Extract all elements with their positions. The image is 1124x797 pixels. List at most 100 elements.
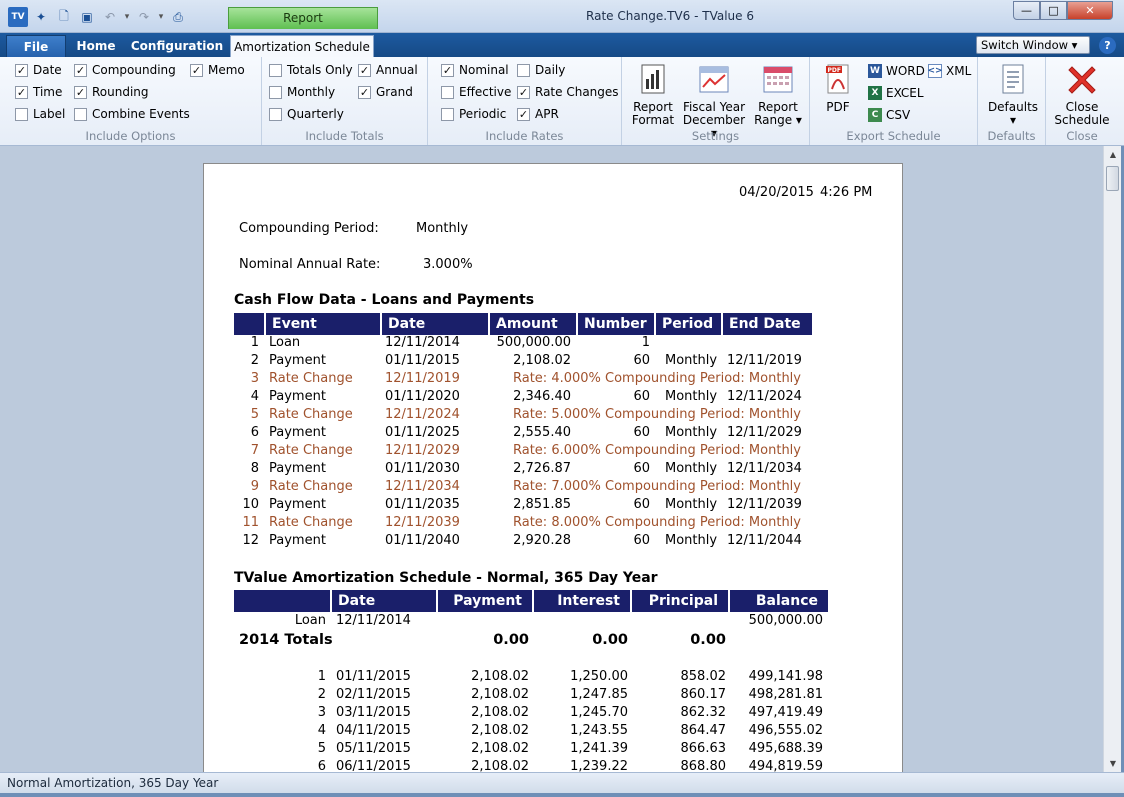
payment-date: 03/11/2015 <box>336 705 411 720</box>
checkbox-daily[interactable]: Daily <box>517 63 565 77</box>
scroll-thumb[interactable] <box>1106 166 1119 191</box>
window-controls: — □ ✕ <box>1013 1 1113 21</box>
row-number: 1 <box>250 335 259 350</box>
compounding-value: Monthly <box>416 221 469 236</box>
column-header-date: Date <box>380 313 488 335</box>
scroll-up-icon[interactable]: ▲ <box>1104 146 1122 163</box>
close-group: Close Schedule Close <box>1046 57 1118 145</box>
maximize-button[interactable]: □ <box>1040 1 1067 20</box>
totals-label: 2014 Totals <box>239 632 333 648</box>
balance-amount: 494,819.59 <box>748 759 823 772</box>
checkbox-totals-only[interactable]: Totals Only <box>269 63 353 77</box>
rate-label: Nominal Annual Rate: <box>239 257 381 272</box>
event-name: Rate Change <box>269 371 353 386</box>
column-header-event: Event <box>264 313 380 335</box>
event-date: 12/11/2014 <box>385 335 460 350</box>
checkbox-label: APR <box>535 107 559 121</box>
print-icon[interactable]: ⎙ <box>168 7 188 27</box>
defaults-button[interactable]: Defaults ▾ <box>984 63 1042 127</box>
export-excel-button[interactable]: X EXCEL <box>868 86 924 100</box>
interest-amount: 1,239.22 <box>570 759 628 772</box>
export-pdf-button[interactable]: PDF PDF <box>820 63 856 114</box>
checkbox-periodic[interactable]: Periodic <box>441 107 506 121</box>
vertical-scrollbar[interactable]: ▲ ▼ <box>1103 146 1121 772</box>
tab-home[interactable]: Home <box>72 35 120 57</box>
save-icon[interactable]: ▣ <box>77 7 97 27</box>
event-amount: 2,346.40 <box>513 389 571 404</box>
open-file-icon[interactable]: 🗋 <box>54 7 74 27</box>
checkbox-rate-changes[interactable]: Rate Changes <box>517 85 619 99</box>
event-name: Payment <box>269 497 326 512</box>
tab-configuration[interactable]: Configuration <box>130 35 224 57</box>
event-end-date: 12/11/2034 <box>727 461 802 476</box>
payment-number: 6 <box>317 759 326 772</box>
app-icon[interactable]: TV <box>8 7 28 27</box>
button-label: EXCEL <box>886 86 924 100</box>
new-file-icon[interactable]: ✦ <box>31 7 51 27</box>
checkbox-grand[interactable]: Grand <box>358 85 413 99</box>
payment-amount: 2,108.02 <box>471 687 529 702</box>
cashflow-row: 6 Payment 01/11/2025 2,555.40 60 Monthly 12/11… <box>204 425 904 443</box>
checkbox-annual[interactable]: Annual <box>358 63 418 77</box>
export-csv-button[interactable]: C CSV <box>868 108 910 122</box>
close-schedule-button[interactable]: Close Schedule <box>1052 63 1112 127</box>
event-amount: 500,000.00 <box>496 335 571 350</box>
amortization-row: 5 05/11/2015 2,108.02 1,241.39 866.63 495,688… <box>204 741 904 759</box>
tab-file[interactable]: File <box>6 35 66 57</box>
event-end-date: 12/11/2029 <box>727 425 802 440</box>
report-format-button[interactable]: Report Format <box>630 63 676 127</box>
close-window-button[interactable]: ✕ <box>1067 1 1113 20</box>
checkbox-label-option[interactable]: Label <box>15 107 65 121</box>
redo-dropdown-icon[interactable]: ▾ <box>157 12 165 22</box>
export-word-button[interactable]: W WORD <box>868 64 925 78</box>
checkbox-rounding[interactable]: Rounding <box>74 85 149 99</box>
rate-change-row: 11 Rate Change 12/11/2039 Rate: 8.000% Comp… <box>204 515 904 533</box>
loan-row: Loan 12/11/2014 500,000.00 <box>204 613 904 631</box>
checkbox-nominal[interactable]: Nominal <box>441 63 509 77</box>
checkbox-icon <box>358 85 371 99</box>
event-date: 01/11/2020 <box>385 389 460 404</box>
minimize-button[interactable]: — <box>1013 1 1040 20</box>
event-amount: 2,555.40 <box>513 425 571 440</box>
checkbox-icon <box>190 63 203 77</box>
report-viewer[interactable]: 04/20/2015 4:26 PM Compounding Period: M… <box>0 146 1103 772</box>
checkbox-icon <box>358 63 371 77</box>
window-title: Rate Change.TV6 - TValue 6 <box>586 9 754 23</box>
report-time: 4:26 PM <box>820 185 873 200</box>
redo-icon[interactable]: ↷ <box>134 7 154 27</box>
column-header-date: Date <box>330 590 436 612</box>
undo-icon[interactable]: ↶ <box>100 7 120 27</box>
checkbox-memo[interactable]: Memo <box>190 63 245 77</box>
checkbox-label: Rate Changes <box>535 85 619 99</box>
ribbon-tab-bar: File Home Configuration Amortization Sch… <box>0 33 1124 57</box>
scroll-down-icon[interactable]: ▼ <box>1104 755 1122 772</box>
checkbox-monthly[interactable]: Monthly <box>269 85 335 99</box>
rate-change-note: Rate: 6.000% Compounding Period: Monthly <box>513 443 801 458</box>
event-count: 60 <box>633 353 650 368</box>
column-header-amount: Amount <box>488 313 576 335</box>
group-label: Close <box>1066 129 1098 143</box>
checkbox-label: Date <box>33 63 62 77</box>
checkbox-quarterly[interactable]: Quarterly <box>269 107 344 121</box>
checkbox-combine-events[interactable]: Combine Events <box>74 107 190 121</box>
export-xml-button[interactable]: <> XML <box>927 64 971 78</box>
help-icon[interactable]: ? <box>1099 37 1116 54</box>
undo-dropdown-icon[interactable]: ▾ <box>123 12 131 22</box>
checkbox-apr[interactable]: APR <box>517 107 559 121</box>
rate-value: 3.000% <box>423 257 473 272</box>
checkbox-date[interactable]: Date <box>15 63 62 77</box>
payment-number: 1 <box>317 669 326 684</box>
event-count: 60 <box>633 533 650 548</box>
tab-amortization-schedule[interactable]: Amortization Schedule <box>230 35 374 57</box>
rate-change-row: 9 Rate Change 12/11/2034 Rate: 7.000% Compo… <box>204 479 904 497</box>
checkbox-effective[interactable]: Effective <box>441 85 511 99</box>
checkbox-icon <box>15 85 28 99</box>
balance-amount: 495,688.39 <box>748 741 823 756</box>
checkbox-compounding[interactable]: Compounding <box>74 63 176 77</box>
checkbox-icon <box>441 107 454 121</box>
event-period: Monthly <box>665 461 718 476</box>
switch-window-button[interactable]: Switch Window ▾ <box>976 36 1090 54</box>
cashflow-row: 2 Payment 01/11/2015 2,108.02 60 Monthly 12/11… <box>204 353 904 371</box>
checkbox-time[interactable]: Time <box>15 85 62 99</box>
report-range-button[interactable]: Report Range ▾ <box>754 63 802 127</box>
